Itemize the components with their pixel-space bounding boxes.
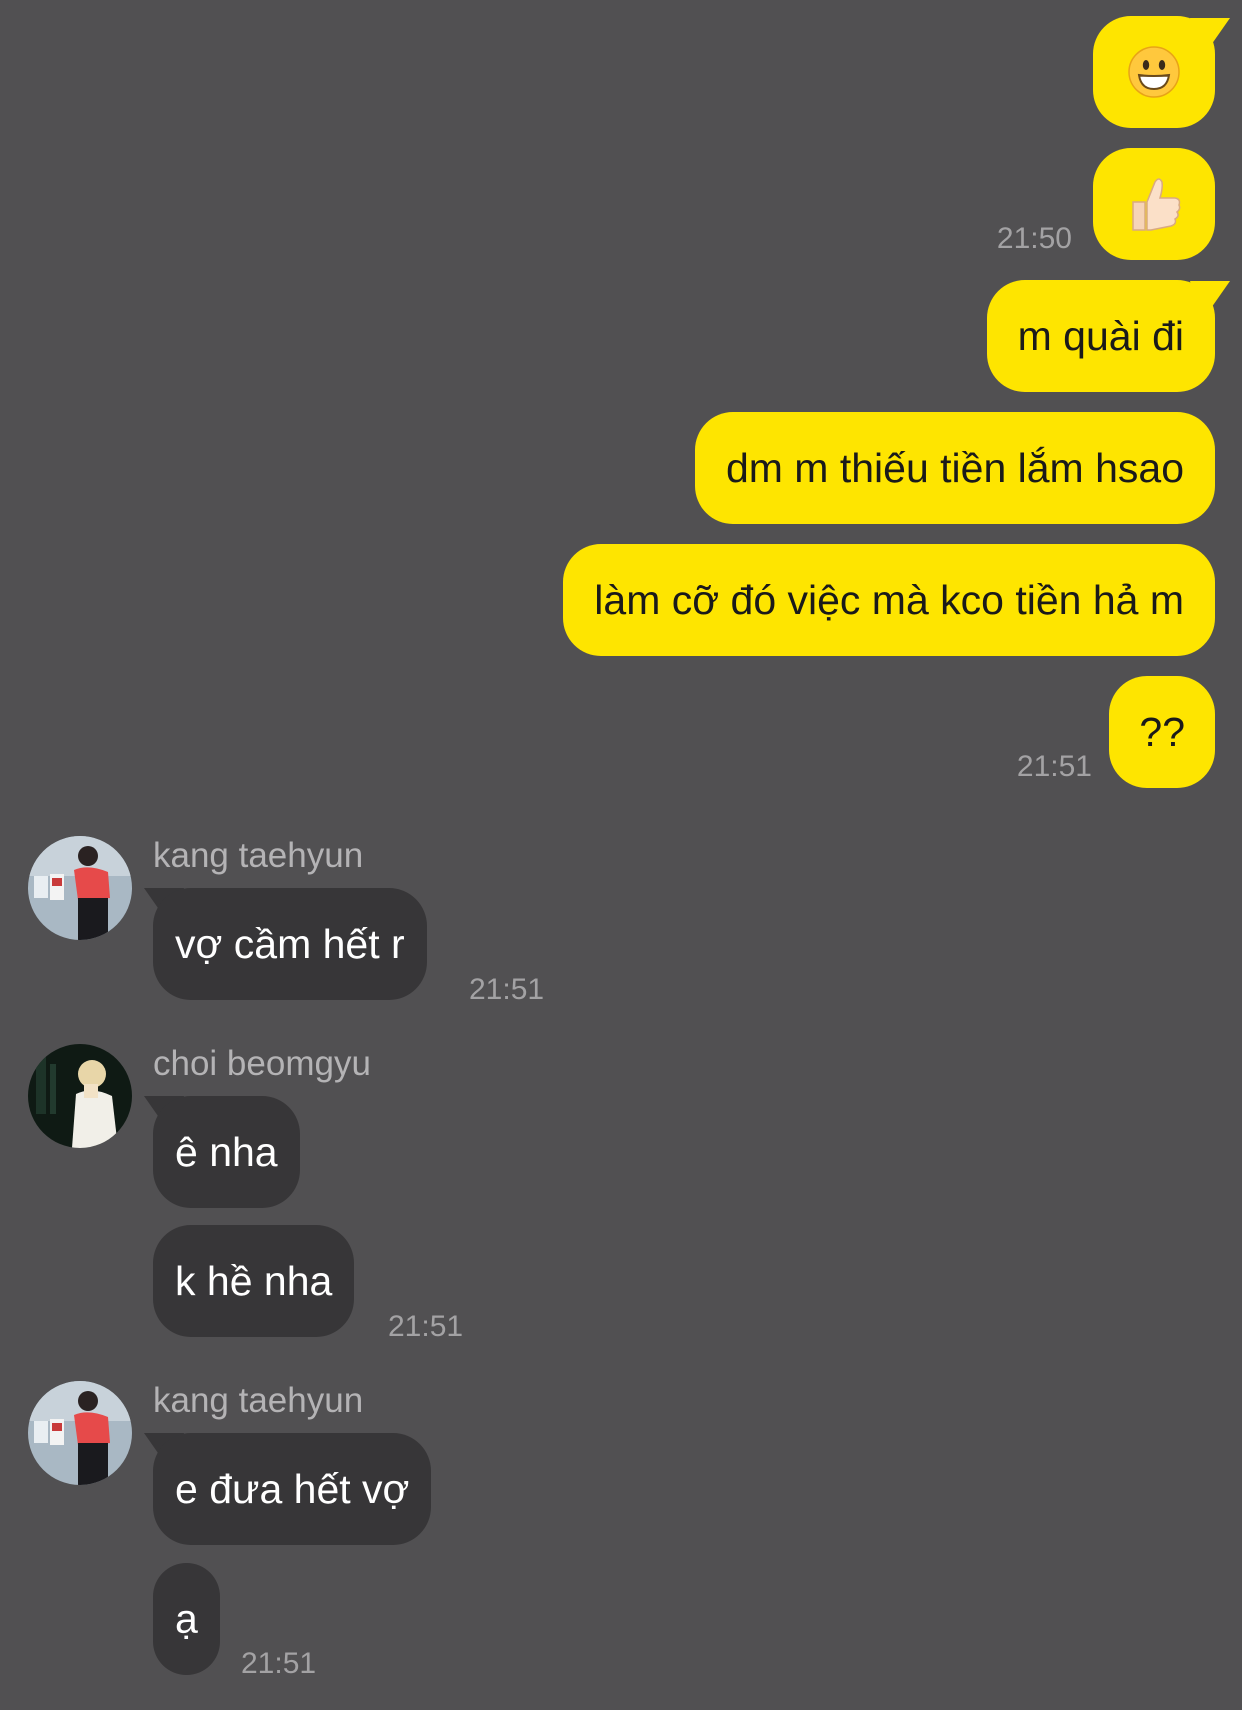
message-text: ê nha [175, 1129, 278, 1175]
message-timestamp: 21:51 [469, 973, 545, 1006]
message-timestamp: 21:51 [388, 1310, 464, 1343]
message-timestamp: 21:51 [1016, 750, 1092, 783]
kang-taehyun-avatar[interactable] [28, 1381, 132, 1485]
message-text: vợ cầm hết r [175, 921, 405, 967]
message-text: làm cỡ đó việc mà kco tiền hả m [594, 577, 1184, 623]
choi-beomgyu-avatar[interactable] [28, 1044, 132, 1148]
outgoing-message-bubble[interactable] [1093, 148, 1215, 260]
message-timestamp: 21:50 [996, 222, 1072, 255]
outgoing-message-bubble[interactable]: dm m thiếu tiền lắm hsao [694, 412, 1215, 524]
choi-beomgyu-avatar-icon [28, 1044, 132, 1148]
grinning-face-emoji-icon [1128, 46, 1180, 98]
message-text: k hề nha [175, 1258, 333, 1304]
incoming-message-bubble[interactable]: vợ cầm hết r [153, 888, 427, 1000]
message-text: ?? [1139, 709, 1185, 755]
outgoing-message-bubble[interactable] [1093, 16, 1215, 128]
outgoing-message-bubble[interactable]: làm cỡ đó việc mà kco tiền hả m [563, 544, 1215, 656]
kang-taehyun-avatar[interactable] [28, 836, 132, 940]
kang-taehyun-avatar-icon [28, 836, 132, 940]
outgoing-message-bubble[interactable]: m quài đi [986, 280, 1215, 392]
message-text: e đưa hết vợ [175, 1466, 410, 1512]
sender-name: kang taehyun [153, 836, 364, 875]
sender-name: kang taehyun [153, 1381, 364, 1420]
kang-taehyun-avatar-icon [28, 1381, 132, 1485]
incoming-message-bubble[interactable]: ê nha [153, 1096, 300, 1208]
sender-name: choi beomgyu [153, 1044, 371, 1083]
message-text: ạ [175, 1596, 198, 1642]
incoming-message-bubble[interactable]: k hề nha [153, 1225, 355, 1337]
thumbs-up-emoji-icon [1132, 178, 1181, 231]
message-text: m quài đi [1017, 313, 1184, 359]
chat-message-list[interactable]: 21:50 m quài đi dm m thiếu tiền lắm hsao… [0, 0, 1242, 1710]
incoming-message-bubble[interactable]: ạ [153, 1563, 220, 1675]
message-timestamp: 21:51 [241, 1647, 317, 1680]
outgoing-message-bubble[interactable]: ?? [1109, 676, 1215, 788]
message-text: dm m thiếu tiền lắm hsao [725, 445, 1184, 491]
incoming-message-bubble[interactable]: e đưa hết vợ [153, 1433, 432, 1545]
